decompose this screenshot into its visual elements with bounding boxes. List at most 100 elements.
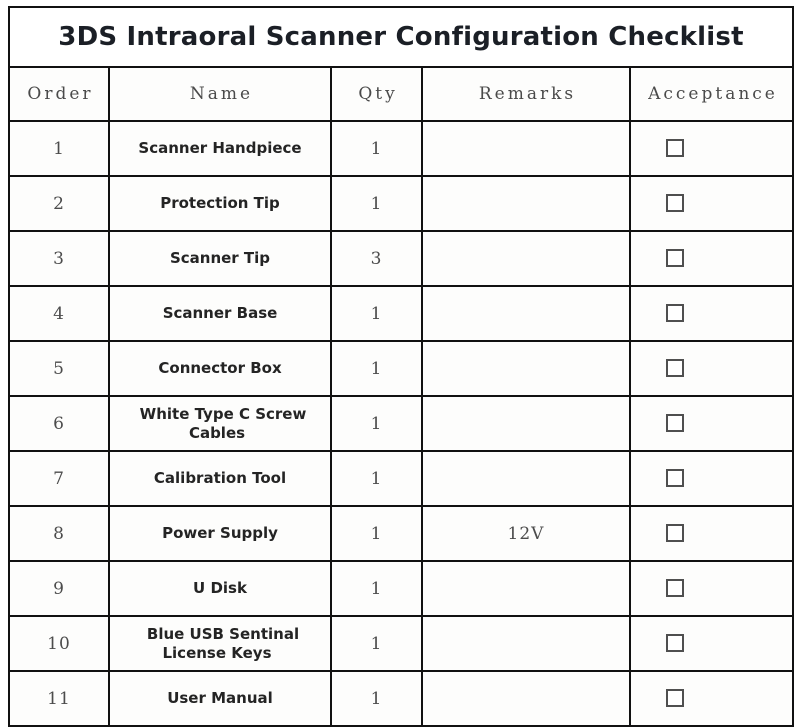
page-title-cell: 3DS Intraoral Scanner Configuration Chec… bbox=[8, 6, 794, 68]
cell-order: 2 bbox=[8, 175, 110, 232]
cell-order: 6 bbox=[8, 395, 110, 452]
cell-order: 8 bbox=[8, 505, 110, 562]
cell-name: U Disk bbox=[108, 560, 332, 617]
qty-value: 1 bbox=[370, 523, 383, 544]
order-value: 7 bbox=[53, 468, 65, 489]
cell-acceptance bbox=[629, 670, 794, 727]
qty-value: 1 bbox=[370, 633, 383, 654]
table-row: 8 Power Supply 1 12V bbox=[8, 505, 794, 562]
cell-qty: 1 bbox=[330, 450, 423, 507]
order-value: 8 bbox=[53, 523, 65, 544]
acceptance-checkbox[interactable] bbox=[665, 634, 684, 653]
column-header-label: Name bbox=[189, 84, 254, 104]
order-value: 3 bbox=[53, 248, 65, 269]
checklist-page: 3DS Intraoral Scanner Configuration Chec… bbox=[0, 0, 800, 727]
item-name: U Disk bbox=[193, 579, 247, 597]
cell-name: Power Supply bbox=[108, 505, 332, 562]
cell-name: Connector Box bbox=[108, 340, 332, 397]
cell-acceptance bbox=[629, 175, 794, 232]
cell-remarks bbox=[421, 395, 631, 452]
cell-name: Blue USB Sentinal License Keys bbox=[108, 615, 332, 672]
column-header-remarks: Remarks bbox=[421, 66, 631, 122]
table-row: 1 Scanner Handpiece 1 bbox=[8, 120, 794, 177]
acceptance-checkbox[interactable] bbox=[665, 579, 684, 598]
cell-remarks bbox=[421, 230, 631, 287]
table-header-row: Order Name Qty Remarks Acceptance bbox=[8, 66, 794, 122]
acceptance-checkbox[interactable] bbox=[665, 524, 684, 543]
cell-acceptance bbox=[629, 395, 794, 452]
qty-value: 1 bbox=[370, 138, 383, 159]
table-row: 9 U Disk 1 bbox=[8, 560, 794, 617]
cell-remarks bbox=[421, 615, 631, 672]
cell-acceptance bbox=[629, 560, 794, 617]
cell-order: 9 bbox=[8, 560, 110, 617]
column-header-label: Remarks bbox=[478, 84, 577, 104]
cell-qty: 1 bbox=[330, 560, 423, 617]
cell-acceptance bbox=[629, 615, 794, 672]
item-name: Calibration Tool bbox=[153, 469, 287, 487]
cell-name: Scanner Base bbox=[108, 285, 332, 342]
acceptance-checkbox[interactable] bbox=[665, 414, 684, 433]
qty-value: 1 bbox=[370, 303, 383, 324]
cell-qty: 1 bbox=[330, 670, 423, 727]
acceptance-checkbox[interactable] bbox=[665, 194, 684, 213]
cell-remarks bbox=[421, 285, 631, 342]
table-row: 6 White Type C Screw Cables 1 bbox=[8, 395, 794, 452]
acceptance-checkbox[interactable] bbox=[665, 689, 684, 708]
acceptance-checkbox[interactable] bbox=[665, 304, 684, 323]
cell-qty: 1 bbox=[330, 615, 423, 672]
cell-order: 1 bbox=[8, 120, 110, 177]
order-value: 6 bbox=[53, 413, 65, 434]
cell-acceptance bbox=[629, 120, 794, 177]
cell-acceptance bbox=[629, 285, 794, 342]
cell-name: Calibration Tool bbox=[108, 450, 332, 507]
cell-acceptance bbox=[629, 450, 794, 507]
cell-name: User Manual bbox=[108, 670, 332, 727]
cell-acceptance bbox=[629, 230, 794, 287]
item-name: Power Supply bbox=[162, 524, 278, 542]
qty-value: 1 bbox=[370, 193, 383, 214]
column-header-label: Acceptance bbox=[648, 84, 778, 104]
cell-acceptance bbox=[629, 340, 794, 397]
table-row: 10 Blue USB Sentinal License Keys 1 bbox=[8, 615, 794, 672]
column-header-name: Name bbox=[108, 66, 332, 122]
order-value: 2 bbox=[53, 193, 65, 214]
cell-remarks bbox=[421, 450, 631, 507]
configuration-checklist-table: 3DS Intraoral Scanner Configuration Chec… bbox=[8, 6, 794, 727]
table-row: 2 Protection Tip 1 bbox=[8, 175, 794, 232]
order-value: 1 bbox=[53, 138, 65, 159]
item-name: Blue USB Sentinal License Keys bbox=[146, 624, 300, 662]
qty-value: 1 bbox=[370, 468, 383, 489]
qty-value: 1 bbox=[370, 358, 383, 379]
cell-qty: 1 bbox=[330, 285, 423, 342]
remarks-value: 12V bbox=[507, 523, 545, 544]
cell-order: 5 bbox=[8, 340, 110, 397]
item-name: Connector Box bbox=[158, 359, 282, 377]
acceptance-checkbox[interactable] bbox=[665, 359, 684, 378]
cell-qty: 1 bbox=[330, 120, 423, 177]
page-title: 3DS Intraoral Scanner Configuration Chec… bbox=[58, 21, 744, 52]
column-header-label: Qty bbox=[358, 84, 398, 104]
item-name: White Type C Screw Cables bbox=[139, 404, 307, 442]
order-value: 4 bbox=[53, 303, 65, 324]
cell-order: 7 bbox=[8, 450, 110, 507]
acceptance-checkbox[interactable] bbox=[665, 139, 684, 158]
qty-value: 1 bbox=[370, 688, 383, 709]
order-value: 10 bbox=[47, 633, 71, 654]
order-value: 5 bbox=[53, 358, 65, 379]
acceptance-checkbox[interactable] bbox=[665, 469, 684, 488]
title-row: 3DS Intraoral Scanner Configuration Chec… bbox=[8, 6, 794, 68]
qty-value: 3 bbox=[370, 248, 383, 269]
item-name: Protection Tip bbox=[160, 194, 280, 212]
cell-acceptance bbox=[629, 505, 794, 562]
cell-remarks bbox=[421, 560, 631, 617]
acceptance-checkbox[interactable] bbox=[665, 249, 684, 268]
cell-qty: 1 bbox=[330, 395, 423, 452]
cell-qty: 1 bbox=[330, 505, 423, 562]
cell-qty: 1 bbox=[330, 175, 423, 232]
cell-order: 3 bbox=[8, 230, 110, 287]
cell-qty: 3 bbox=[330, 230, 423, 287]
cell-remarks: 12V bbox=[421, 505, 631, 562]
table-row: 4 Scanner Base 1 bbox=[8, 285, 794, 342]
cell-name: White Type C Screw Cables bbox=[108, 395, 332, 452]
